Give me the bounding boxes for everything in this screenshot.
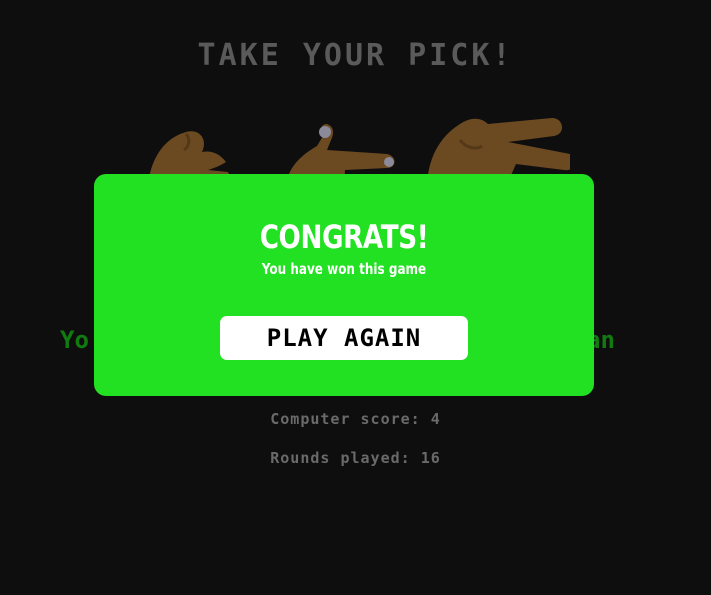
win-modal: CONGRATS! You have won this game PLAY AG… <box>94 174 594 396</box>
modal-subtitle: You have won this game <box>261 260 427 278</box>
modal-title: CONGRATS! <box>259 218 429 256</box>
round-result-left: Yo <box>60 326 89 354</box>
rounds-played: Rounds played: 16 <box>270 449 441 467</box>
play-again-button[interactable]: PLAY AGAIN <box>220 316 468 360</box>
game-screen: TAKE YOUR PICK! Yo an Computer score: 4 <box>0 0 711 595</box>
computer-score: Computer score: 4 <box>270 410 441 428</box>
page-title: TAKE YOUR PICK! <box>197 38 514 73</box>
